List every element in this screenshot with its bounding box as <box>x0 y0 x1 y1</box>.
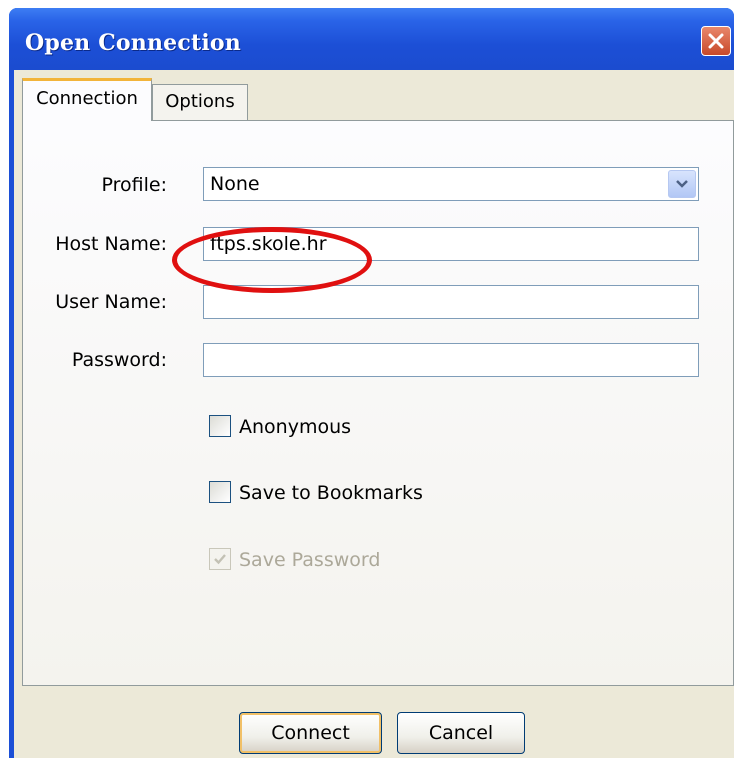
tab-connection[interactable]: Connection <box>22 78 152 121</box>
save-password-label: Save Password <box>239 549 381 571</box>
user-name-label: User Name: <box>55 291 167 313</box>
cancel-button[interactable]: Cancel <box>397 712 525 754</box>
password-label: Password: <box>71 349 167 371</box>
chevron-down-icon <box>676 180 688 188</box>
close-icon <box>708 33 724 49</box>
profile-select-value: None <box>210 173 260 195</box>
save-to-bookmarks-label: Save to Bookmarks <box>239 482 423 504</box>
host-name-input[interactable]: ftps.skole.hr <box>203 227 699 261</box>
dialog-body: Connection Options Profile: None Host Na… <box>14 70 734 758</box>
open-connection-dialog: Open Connection Connection Options Profi… <box>9 8 734 758</box>
profile-label: Profile: <box>101 174 167 196</box>
title-bar[interactable]: Open Connection <box>9 8 734 70</box>
password-input[interactable] <box>203 343 699 377</box>
profile-select[interactable]: None <box>203 167 699 201</box>
checkmark-icon <box>214 554 226 565</box>
window-title: Open Connection <box>25 30 241 56</box>
host-name-label: Host Name: <box>55 233 167 255</box>
host-name-value: ftps.skole.hr <box>210 233 327 255</box>
save-password-checkbox <box>209 548 231 570</box>
tab-options[interactable]: Options <box>152 84 248 120</box>
anonymous-label: Anonymous <box>239 416 352 438</box>
close-button[interactable] <box>701 26 731 56</box>
connection-panel: Profile: None Host Name: ftps.skole.hr U… <box>22 120 734 686</box>
connect-button[interactable]: Connect <box>239 712 382 754</box>
user-name-input[interactable] <box>203 285 699 319</box>
profile-dropdown-button[interactable] <box>668 170 696 198</box>
save-to-bookmarks-checkbox[interactable] <box>209 481 231 503</box>
anonymous-checkbox[interactable] <box>209 415 231 437</box>
